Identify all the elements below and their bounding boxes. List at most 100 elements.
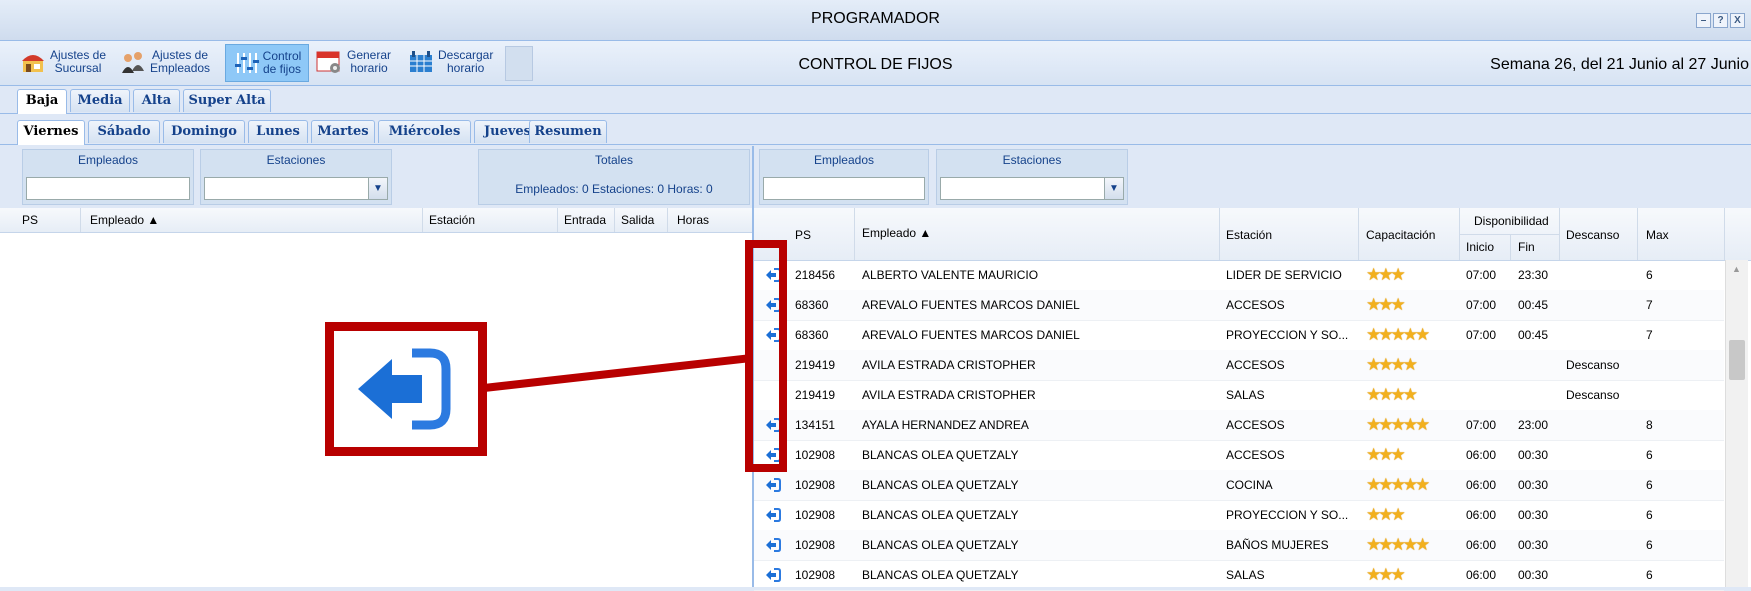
filter-caption: Empleados [77,153,139,167]
col-max[interactable]: Max [1646,228,1669,242]
toolbar-label: Empleados [150,61,211,75]
cell-ps: 219419 [795,388,836,402]
minimize-button[interactable]: – [1696,13,1711,28]
help-button[interactable]: ? [1713,13,1728,28]
cell-fin: 00:30 [1518,448,1549,462]
star-icon: ★ [1415,325,1431,344]
left-empleados-filter: Empleados [22,149,194,205]
window-controls: – ? X [1696,13,1745,28]
cell-ps: 102908 [795,448,836,462]
chevron-down-icon[interactable]: ▼ [1104,178,1123,199]
tab-martes[interactable]: Martes [311,120,375,143]
cell-ps: 68360 [795,328,829,342]
col-empleado[interactable]: Empleado ▲ [90,213,159,227]
star-icon: ★ [1415,415,1431,434]
table-row[interactable]: 218456 ALBERTO VALENTE MAURICIO LIDER DE S… [754,260,1724,291]
left-estaciones-select[interactable] [204,177,388,200]
table-row[interactable]: 219419 AVILA ESTRADA CRISTOPHER SALAS ★ ★ ★ ★ D… [754,380,1724,411]
employees-icon [122,52,144,73]
col-salida[interactable]: Salida [621,213,654,227]
col-descanso[interactable]: Descanso [1566,228,1619,242]
cell-estacion: SALAS [1226,388,1265,402]
tab-sabado[interactable]: Sábado [88,120,160,143]
tab-alta[interactable]: Alta [133,89,180,112]
table-row[interactable]: 68360 AREVALO FUENTES MARCOS DANIEL PROYEC… [754,320,1724,351]
right-filters: Empleados Estaciones ▼ [754,146,1751,209]
col-empleado[interactable]: Empleado ▲ [862,226,931,240]
cell-inicio: 06:00 [1466,478,1497,492]
cell-ps: 102908 [795,508,836,522]
ajustes-sucursal-button[interactable]: Ajustes de Sucursal [20,44,106,80]
cell-empleado: BLANCAS OLEA QUETZALY [862,508,1019,522]
col-estacion[interactable]: Estación [1226,228,1272,242]
star-icon: ★ [1390,265,1406,284]
assign-arrow-icon[interactable] [764,567,782,586]
col-entrada[interactable]: Entrada [564,213,606,227]
assign-arrow-icon[interactable] [764,537,782,556]
cell-empleado: ALBERTO VALENTE MAURICIO [862,268,1039,282]
tab-miercoles[interactable]: Miércoles [378,120,471,143]
table-row[interactable]: 102908 BLANCAS OLEA QUETZALY SALAS ★ ★ ★ 06:00… [754,560,1724,591]
blank-toolbar-button[interactable] [505,46,533,81]
star-icon: ★ [1402,355,1418,374]
table-row[interactable]: 102908 BLANCAS OLEA QUETZALY PROYECCION Y … [754,500,1724,531]
vertical-scrollbar[interactable]: ▲ [1725,260,1748,587]
close-button[interactable]: X [1730,13,1745,28]
cell-empleado: BLANCAS OLEA QUETZALY [862,478,1019,492]
scroll-thumb[interactable] [1729,340,1745,380]
tab-domingo[interactable]: Domingo [163,120,245,143]
rating-stars: ★ ★ ★ ★ [1366,355,1418,374]
control-fijos-button[interactable]: Control de fijos [225,44,309,82]
star-icon: ★ [1390,445,1406,464]
scroll-up-icon[interactable]: ▲ [1732,264,1741,274]
tab-lunes[interactable]: Lunes [248,120,308,143]
cell-inicio: 06:00 [1466,568,1497,582]
filter-caption: Empleados [813,153,875,167]
cell-ps: 68360 [795,298,829,312]
col-inicio[interactable]: Inicio [1466,240,1494,254]
assign-arrow-icon[interactable] [764,507,782,526]
descargar-horario-button[interactable]: Descargar horario [408,44,493,80]
table-row[interactable]: 68360 AREVALO FUENTES MARCOS DANIEL ACCESO… [754,290,1724,321]
table-row[interactable]: 134151 AYALA HERNANDEZ ANDREA ACCESOS ★ ★ ★ ★ ★… [754,410,1724,441]
star-icon: ★ [1390,295,1406,314]
assign-arrow-icon[interactable] [764,477,782,496]
tab-super-alta[interactable]: Super Alta [183,89,271,112]
tab-baja[interactable]: Baja [17,89,67,114]
cell-max: 7 [1646,328,1653,342]
ajustes-empleados-button[interactable]: Ajustes de Empleados [120,44,210,80]
assign-arrow-icon [358,348,451,430]
col-ps[interactable]: PS [22,213,38,227]
right-estaciones-select[interactable] [940,177,1124,200]
table-row[interactable]: 102908 BLANCAS OLEA QUETZALY BAÑOS MUJERES… [754,530,1724,561]
right-empleados-input[interactable] [763,177,925,200]
col-ps[interactable]: PS [795,228,811,242]
tab-resumen[interactable]: Resumen [529,120,607,143]
left-empleados-input[interactable] [26,177,190,200]
table-row[interactable]: 219419 AVILA ESTRADA CRISTOPHER ACCESOS ★ ★ ★… [754,350,1724,381]
table-row[interactable]: 102908 BLANCAS OLEA QUETZALY COCINA ★ ★ ★ ★ ★ 06… [754,470,1724,501]
cell-inicio: 06:00 [1466,538,1497,552]
cell-inicio: 07:00 [1466,418,1497,432]
chevron-down-icon[interactable]: ▼ [368,178,387,199]
rating-stars: ★ ★ ★ ★ ★ [1366,536,1430,553]
cell-max: 8 [1646,418,1653,432]
col-fin[interactable]: Fin [1518,240,1535,254]
table-row[interactable]: 102908 BLANCAS OLEA QUETZALY ACCESOS ★ ★ ★ 06:… [754,440,1724,471]
cell-descanso: Descanso [1566,358,1620,372]
cell-fin: 00:45 [1518,298,1549,312]
cell-ps: 102908 [795,538,836,552]
tab-media[interactable]: Media [70,89,130,112]
col-capacitacion[interactable]: Capacitación [1366,228,1435,242]
cell-max: 6 [1646,568,1653,582]
col-estacion[interactable]: Estación [429,213,475,227]
cell-empleado: AYALA HERNANDEZ ANDREA [862,418,1029,432]
totals-box: Totales Empleados: 0 Estaciones: 0 Horas… [478,149,750,205]
col-horas[interactable]: Horas [677,213,709,227]
level-tabs: Baja Media Alta Super Alta [0,86,1751,114]
week-label: Semana 26, del 21 Junio al 27 Junio [1490,56,1749,73]
cell-estacion: ACCESOS [1226,298,1285,312]
generar-horario-button[interactable]: Generar horario [315,44,391,80]
filter-caption: Estaciones [266,153,326,167]
tab-viernes[interactable]: Viernes [17,120,85,145]
